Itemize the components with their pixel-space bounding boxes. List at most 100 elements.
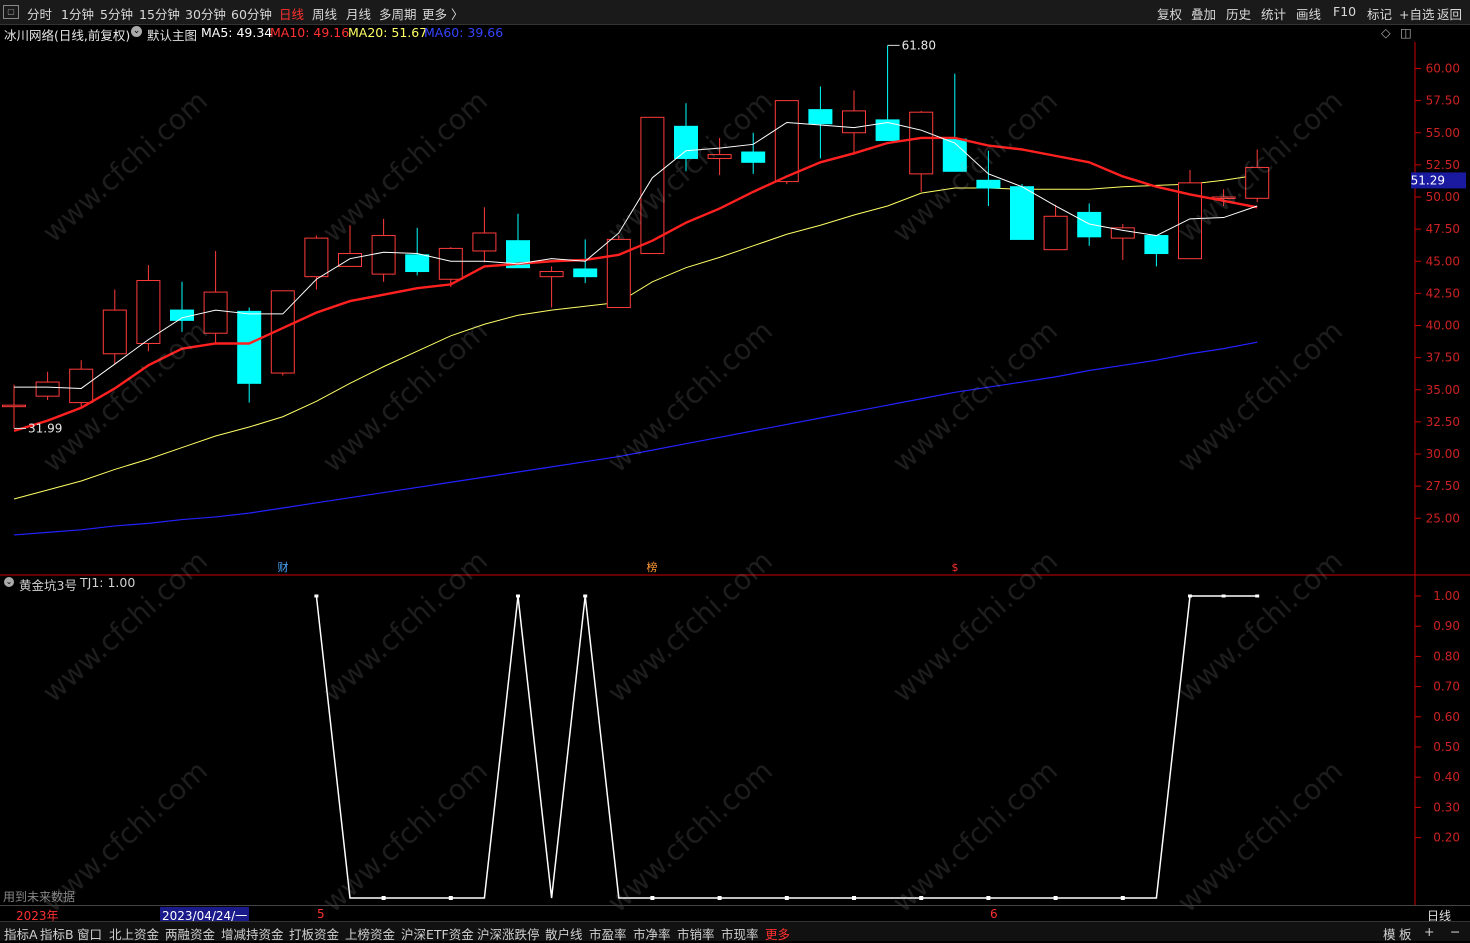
indicator-name[interactable]: 黄金坑3号 [19, 575, 77, 594]
indicator-point [852, 896, 856, 900]
zoom-out-button[interactable]: − [1450, 924, 1460, 939]
bottom-tab-4[interactable]: 两融资金 [165, 924, 215, 943]
indicator-point [1188, 594, 1192, 598]
candle-body [405, 254, 430, 273]
candle-body [606, 238, 631, 309]
candle-body [69, 368, 94, 404]
candle-body [338, 253, 362, 267]
y-tick-label: 30.00 [1426, 447, 1460, 461]
last-price-label: 51.29 [1411, 173, 1445, 187]
bottom-tab-3[interactable]: 北上资金 [109, 924, 159, 943]
indicator-point [448, 896, 453, 900]
bottom-tab-13[interactable]: 市销率 [677, 924, 715, 943]
indicator-point [516, 594, 520, 598]
indicator-point [1255, 594, 1260, 598]
indicator-point [1120, 896, 1125, 900]
indicator-point [986, 896, 991, 900]
bottom-tabs: 指标A 指标B 窗口 北上资金 两融资金 增减持资金 打板资金 上榜资金 沪深ETF资金 沪深涨跌… [0, 921, 1470, 943]
month-label-6: 6 [990, 907, 998, 921]
y-tick-label: 32.50 [1426, 415, 1460, 429]
bottom-tab-0[interactable]: 指标A [4, 924, 38, 943]
indicator-line [315, 595, 1258, 899]
template-button-2[interactable]: 板 [1399, 924, 1412, 943]
candle-body [842, 110, 866, 134]
candle-body [741, 151, 766, 163]
event-marker: 榜 [647, 560, 658, 574]
time-axis: 2023年 2023/04/24/一 5 6 日线 [0, 905, 1470, 924]
indicator-point [381, 896, 386, 900]
ind-y-tick-label: 0.60 [1433, 710, 1460, 724]
candle-body [438, 247, 463, 280]
indicator-point [583, 594, 588, 598]
y-tick-label: 35.00 [1426, 383, 1460, 397]
bottom-tab-12[interactable]: 市净率 [633, 924, 671, 943]
bottom-tab-5[interactable]: 增减持资金 [221, 924, 284, 943]
ind-y-tick-label: 0.80 [1433, 649, 1460, 663]
future-data-note: 用到未来数据 [3, 890, 76, 904]
event-marker: $ [952, 561, 959, 574]
y-tick-label: 42.50 [1426, 286, 1460, 300]
candle-body [808, 109, 833, 125]
candle-body [774, 100, 799, 183]
bottom-tab-9[interactable]: 沪深涨跌停 [477, 924, 540, 943]
bottom-tab-10[interactable]: 散户线 [545, 924, 583, 943]
y-tick-label: 37.50 [1426, 351, 1460, 365]
y-tick-label: 45.00 [1426, 254, 1460, 268]
candle-body [237, 310, 262, 384]
indicator-tj1: TJ1: 1.00 [80, 575, 136, 590]
indicator-point [1053, 896, 1058, 900]
y-tick-label: 60.00 [1426, 62, 1460, 76]
bottom-tab-1[interactable]: 指标B [40, 924, 74, 943]
candle-body [1010, 186, 1034, 240]
bottom-tab-8[interactable]: 沪深ETF资金 [401, 924, 474, 943]
candle-body [102, 309, 127, 355]
bottom-tab-2[interactable]: 窗口 [77, 924, 102, 943]
zoom-in-button[interactable]: + [1424, 924, 1434, 939]
ind-y-tick-label: 1.00 [1433, 589, 1460, 603]
ind-y-tick-label: 0.40 [1433, 770, 1460, 784]
y-tick-label: 47.50 [1426, 222, 1460, 236]
bottom-tab-7[interactable]: 上榜资金 [345, 924, 395, 943]
ind-y-tick-label: 0.20 [1433, 831, 1460, 845]
ind-y-tick-label: 0.50 [1433, 740, 1460, 754]
candle-body [1110, 227, 1135, 239]
y-tick-label: 57.50 [1426, 94, 1460, 108]
template-button-1[interactable]: 模 [1383, 924, 1396, 943]
bottom-tab-11[interactable]: 市盈率 [589, 924, 627, 943]
candle-body [1077, 211, 1102, 238]
annotation-label: 61.80 [902, 38, 936, 52]
candle-body [909, 111, 934, 175]
candle-body [1043, 215, 1068, 251]
bottom-tab-6[interactable]: 打板资金 [289, 924, 339, 943]
indicator-point [650, 896, 655, 900]
ind-y-tick-label: 0.70 [1433, 680, 1460, 694]
indicator-point [1221, 594, 1226, 598]
y-tick-label: 52.50 [1426, 158, 1460, 172]
month-label-5: 5 [317, 907, 325, 921]
y-tick-label: 40.00 [1426, 319, 1460, 333]
y-tick-label: 25.00 [1426, 511, 1460, 525]
candle-body [304, 237, 329, 278]
annotation-label: 31.99 [28, 421, 62, 435]
bottom-tab-15[interactable]: 更多 [765, 924, 790, 943]
ind-y-tick-label: 0.90 [1433, 619, 1460, 633]
candle-body [2, 404, 26, 408]
indicator-point [314, 594, 319, 598]
candle-body [539, 271, 564, 278]
candle-body [203, 291, 228, 334]
candle-body [35, 381, 60, 397]
event-marker: 财 [278, 560, 289, 574]
chevron-down-icon[interactable]: ⌄ [4, 577, 14, 587]
ind-y-tick-label: 0.30 [1433, 800, 1460, 814]
candle-body [472, 232, 497, 252]
candle-body [1144, 235, 1169, 255]
bottom-tab-14[interactable]: 市现率 [721, 924, 759, 943]
y-tick-label: 50.00 [1426, 190, 1460, 204]
y-tick-label: 27.50 [1426, 479, 1460, 493]
y-tick-label: 55.00 [1426, 126, 1460, 140]
ma10-line [13, 136, 1258, 433]
indicator-point [784, 896, 789, 900]
candle-body [371, 235, 396, 275]
candle-body [573, 268, 598, 278]
indicator-point [717, 896, 722, 900]
